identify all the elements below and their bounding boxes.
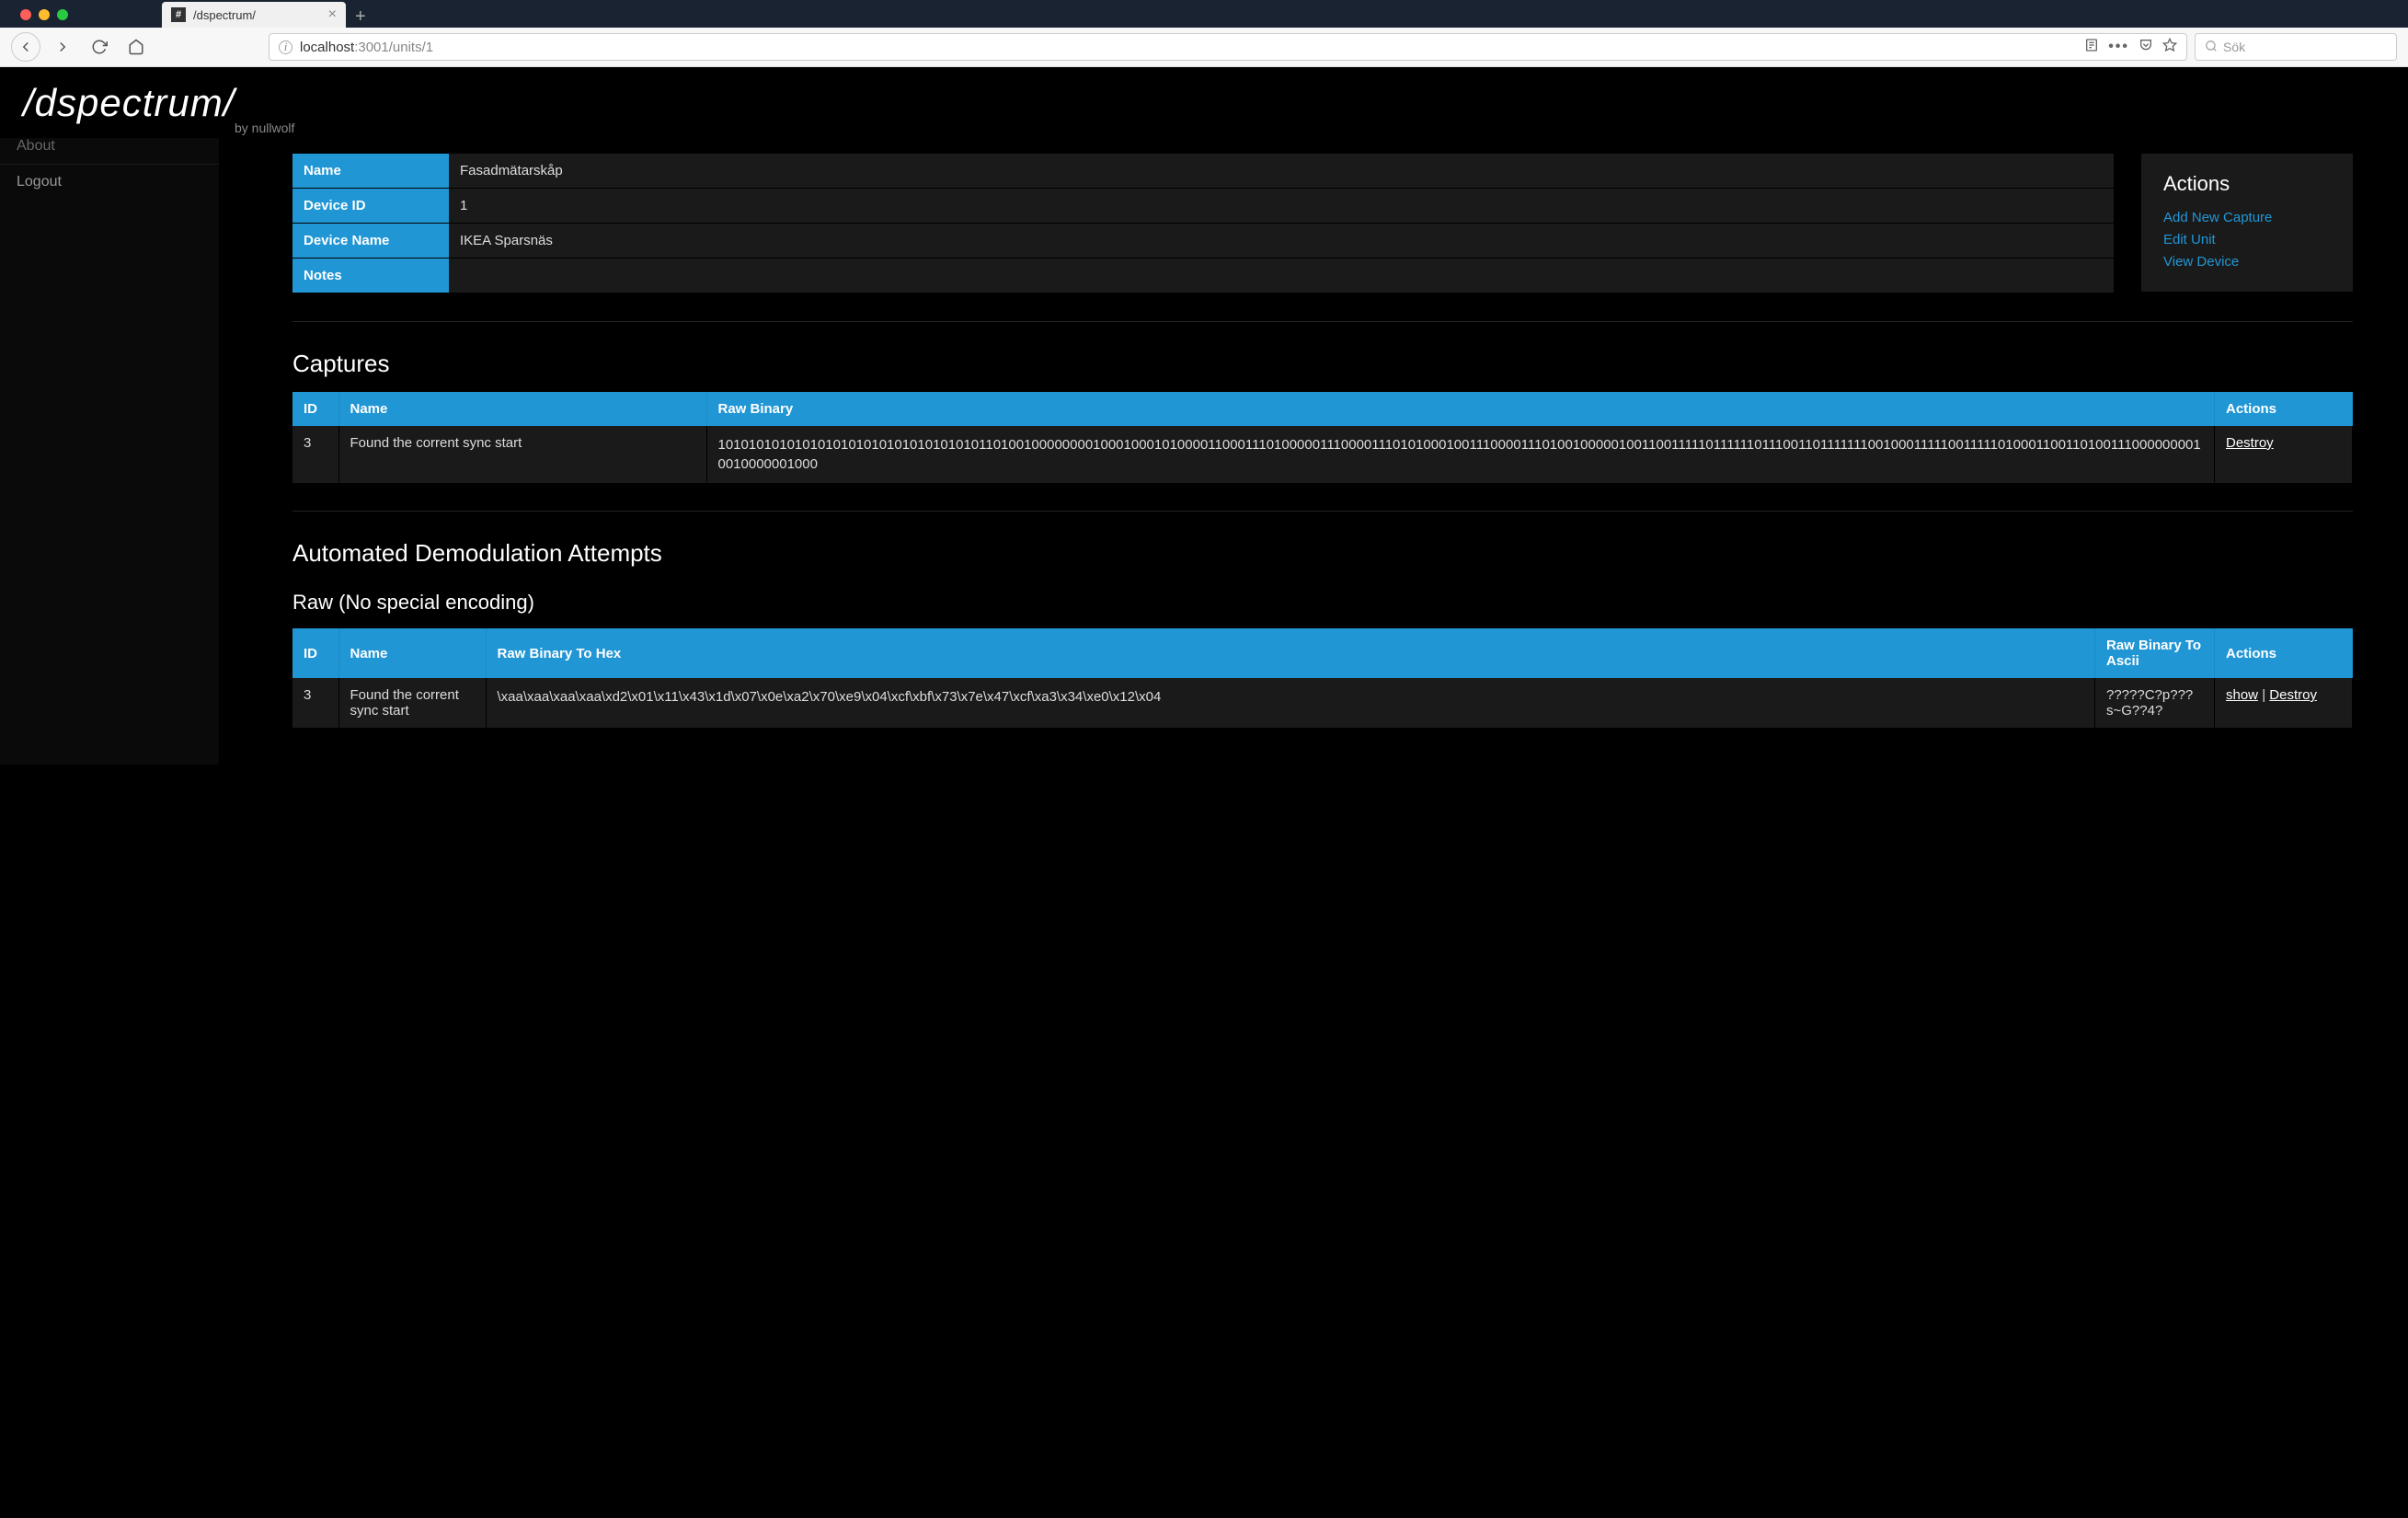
col-actions: Actions — [2215, 628, 2353, 678]
edit-unit-link[interactable]: Edit Unit — [2163, 229, 2331, 251]
table-row: 3 Found the corrent sync start 101010101… — [292, 426, 2353, 483]
search-icon — [2205, 40, 2218, 55]
main-content: Name Fasadmätarskåp Device ID 1 Device N… — [219, 140, 2408, 765]
table-row: Name Fasadmätarskåp — [292, 154, 2114, 189]
pocket-icon[interactable] — [2139, 38, 2153, 57]
actions-heading: Actions — [2163, 172, 2331, 196]
app-byline: by nullwolf — [235, 121, 2385, 135]
add-capture-link[interactable]: Add New Capture — [2163, 207, 2331, 229]
info-value — [449, 259, 2114, 293]
tab-title: /dspectrum/ — [193, 8, 256, 22]
app-logo: /dspectrum/ — [23, 81, 2385, 125]
info-value: Fasadmätarskåp — [449, 154, 2114, 189]
browser-tab[interactable]: # /dspectrum/ × — [162, 2, 346, 28]
col-id: ID — [292, 392, 338, 426]
sidebar-item-about[interactable]: About — [0, 138, 219, 164]
show-link[interactable]: show — [2226, 687, 2258, 703]
more-icon[interactable]: ••• — [2108, 39, 2129, 55]
demod-heading: Automated Demodulation Attempts — [292, 539, 2353, 568]
destroy-link[interactable]: Destroy — [2226, 435, 2274, 451]
captures-heading: Captures — [292, 350, 2353, 378]
minimize-window-button[interactable] — [39, 9, 50, 20]
col-id: ID — [292, 628, 338, 678]
cell-id: 3 — [292, 426, 338, 483]
captures-table: ID Name Raw Binary Actions 3 Found the c… — [292, 392, 2353, 483]
cell-actions: show | Destroy — [2215, 678, 2353, 728]
info-value: IKEA Sparsnäs — [449, 224, 2114, 259]
divider — [292, 321, 2353, 322]
info-label: Device ID — [292, 189, 449, 224]
browser-chrome: # /dspectrum/ × + i localhost:3001/units… — [0, 0, 2408, 67]
page-content: /dspectrum/ by nullwolf About Logout Nam… — [0, 67, 2408, 1518]
cell-actions: Destroy — [2215, 426, 2353, 483]
col-ascii: Raw Binary To Ascii — [2095, 628, 2215, 678]
actions-panel: Actions Add New Capture Edit Unit View D… — [2141, 154, 2353, 292]
site-info-icon[interactable]: i — [279, 40, 292, 54]
info-label: Notes — [292, 259, 449, 293]
cell-raw-binary: 1010101010101010101010101010101010110100… — [706, 426, 2215, 483]
cell-hex: \xaa\xaa\xaa\xaa\xd2\x01\x11\x43\x1d\x07… — [486, 678, 2095, 728]
window-controls — [9, 2, 79, 28]
cell-ascii: ?????C?p???s~G??4? — [2095, 678, 2215, 728]
cell-name: Found the corrent sync start — [338, 426, 706, 483]
toolbar: i localhost:3001/units/1 ••• Sök — [0, 28, 2408, 67]
col-actions: Actions — [2215, 392, 2353, 426]
table-row: Device ID 1 — [292, 189, 2114, 224]
maximize-window-button[interactable] — [57, 9, 68, 20]
sidebar-label: Logout — [17, 174, 62, 190]
favicon-icon: # — [171, 7, 186, 22]
close-tab-icon[interactable]: × — [328, 6, 337, 23]
reader-mode-icon[interactable] — [2084, 38, 2099, 57]
cell-name: Found the corrent sync start — [338, 678, 486, 728]
close-window-button[interactable] — [20, 9, 31, 20]
view-device-link[interactable]: View Device — [2163, 251, 2331, 273]
col-name: Name — [338, 628, 486, 678]
table-row: Notes — [292, 259, 2114, 293]
divider — [292, 511, 2353, 512]
destroy-link[interactable]: Destroy — [2269, 687, 2317, 703]
info-value: 1 — [449, 189, 2114, 224]
table-row: Device Name IKEA Sparsnäs — [292, 224, 2114, 259]
table-row: 3 Found the corrent sync start \xaa\xaa\… — [292, 678, 2353, 728]
forward-button[interactable] — [48, 32, 77, 62]
sidebar: About Logout — [0, 138, 219, 765]
col-name: Name — [338, 392, 706, 426]
col-hex: Raw Binary To Hex — [486, 628, 2095, 678]
url-text: localhost:3001/units/1 — [300, 40, 2077, 55]
app-header: /dspectrum/ by nullwolf — [0, 67, 2408, 140]
reload-button[interactable] — [85, 32, 114, 62]
info-label: Name — [292, 154, 449, 189]
search-placeholder: Sök — [2223, 40, 2245, 54]
raw-subheading: Raw (No special encoding) — [292, 591, 2353, 615]
address-bar[interactable]: i localhost:3001/units/1 ••• — [269, 33, 2187, 61]
col-raw: Raw Binary — [706, 392, 2215, 426]
home-button[interactable] — [121, 32, 151, 62]
demod-table: ID Name Raw Binary To Hex Raw Binary To … — [292, 628, 2353, 728]
bookmark-star-icon[interactable] — [2162, 38, 2177, 57]
tab-bar: # /dspectrum/ × + — [0, 0, 2408, 28]
search-box[interactable]: Sök — [2195, 33, 2397, 61]
new-tab-button[interactable]: + — [346, 6, 375, 28]
unit-info-table: Name Fasadmätarskåp Device ID 1 Device N… — [292, 154, 2114, 293]
cell-id: 3 — [292, 678, 338, 728]
sidebar-item-logout[interactable]: Logout — [0, 164, 219, 200]
back-button[interactable] — [11, 32, 40, 62]
info-label: Device Name — [292, 224, 449, 259]
sidebar-label: About — [17, 138, 55, 154]
